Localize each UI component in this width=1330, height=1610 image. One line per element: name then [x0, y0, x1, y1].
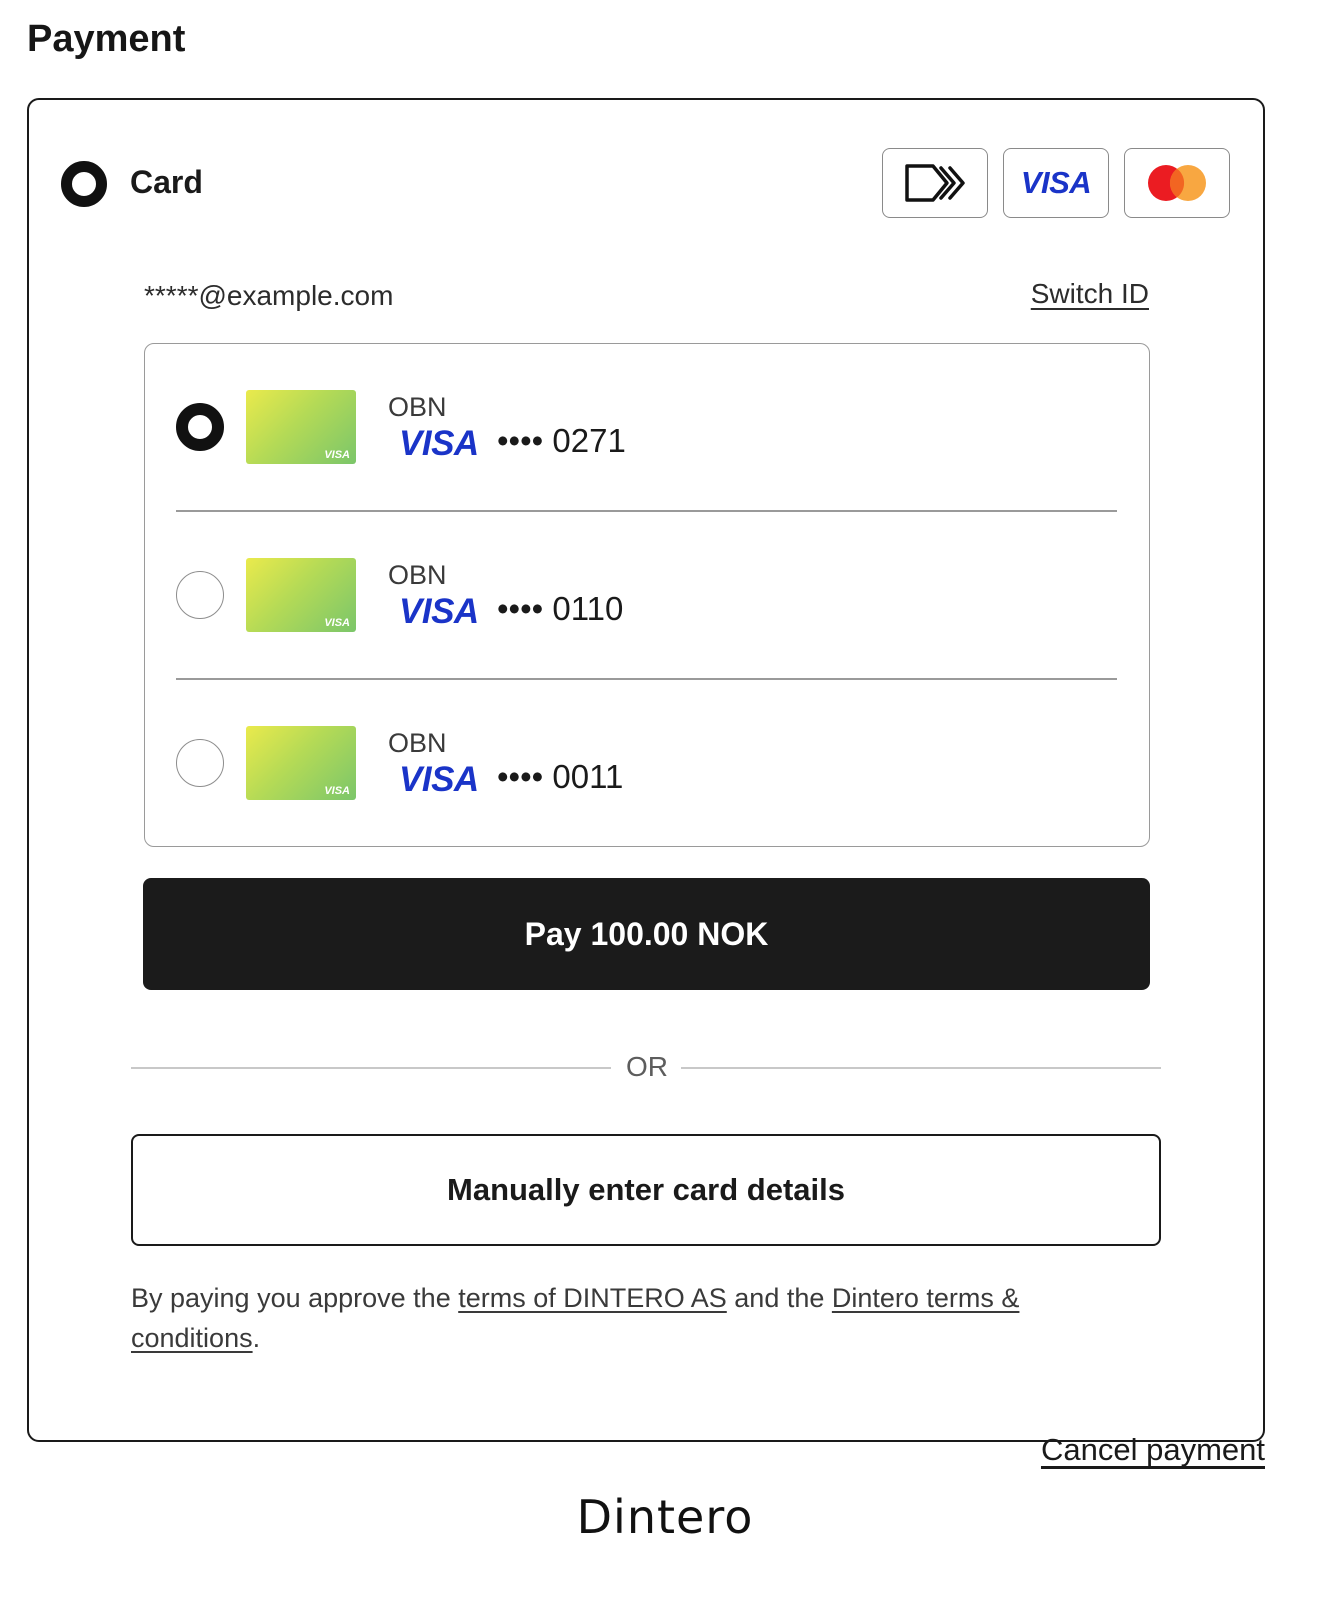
saved-card-row[interactable]: VISA OBN VISA •••• 0271	[145, 344, 1149, 512]
payment-panel: Card VISA *****@example.com Switch ID VI…	[27, 98, 1265, 1442]
saved-card-row[interactable]: VISA OBN VISA •••• 0011	[145, 680, 1149, 848]
pay-button[interactable]: Pay 100.00 NOK	[143, 878, 1150, 990]
card-thumbnail: VISA	[246, 390, 356, 464]
card-issuer: OBN	[388, 728, 447, 758]
or-divider-right	[681, 1067, 1161, 1069]
or-divider-left	[131, 1067, 611, 1069]
terms-middle: and the	[726, 1283, 832, 1313]
card-method-label: Card	[130, 164, 203, 200]
dintero-as-terms-link[interactable]: terms of DINTERO AS	[458, 1283, 727, 1313]
thumb-visa-logo: VISA	[324, 449, 350, 461]
manual-entry-button[interactable]: Manually enter card details	[131, 1134, 1161, 1246]
masked-email: *****@example.com	[144, 280, 394, 311]
card-radio[interactable]	[176, 571, 224, 619]
card-issuer: OBN	[388, 560, 447, 590]
click-to-pay-badge	[882, 148, 988, 218]
click-to-pay-icon	[905, 164, 965, 202]
payment-page: Payment Card VISA *****@example.com Swit…	[0, 0, 1330, 1610]
mastercard-icon	[1148, 165, 1206, 201]
or-separator: OR	[626, 1051, 668, 1082]
masked-card-number: •••• 0271	[497, 422, 626, 459]
terms-suffix: .	[252, 1323, 261, 1353]
card-thumbnail: VISA	[246, 726, 356, 800]
visa-logo: VISA	[399, 592, 479, 631]
card-issuer: OBN	[388, 392, 447, 422]
visa-logo: VISA	[399, 424, 479, 463]
saved-cards-list: VISA OBN VISA •••• 0271 VISA OBN VISA ••…	[144, 343, 1150, 847]
card-method-radio[interactable]	[61, 161, 107, 207]
card-radio[interactable]	[176, 739, 224, 787]
masked-card-number: •••• 0110	[497, 590, 624, 627]
thumb-visa-logo: VISA	[324, 785, 350, 797]
terms-prefix: By paying you approve the	[131, 1283, 459, 1313]
switch-id-link[interactable]: Switch ID	[1031, 278, 1149, 310]
mastercard-badge	[1124, 148, 1230, 218]
page-title: Payment	[27, 18, 186, 60]
terms-text: By paying you approve the terms of DINTE…	[131, 1278, 1141, 1358]
card-radio-selected[interactable]	[176, 403, 224, 451]
visa-badge: VISA	[1003, 148, 1109, 218]
dintero-logo: Dintero	[576, 1490, 754, 1544]
thumb-visa-logo: VISA	[324, 617, 350, 629]
visa-logo: VISA	[399, 760, 479, 799]
cancel-payment-link[interactable]: Cancel payment	[1041, 1432, 1265, 1468]
saved-card-row[interactable]: VISA OBN VISA •••• 0110	[145, 512, 1149, 680]
visa-logo: VISA	[1020, 165, 1092, 200]
card-thumbnail: VISA	[246, 558, 356, 632]
masked-card-number: •••• 0011	[497, 758, 624, 795]
